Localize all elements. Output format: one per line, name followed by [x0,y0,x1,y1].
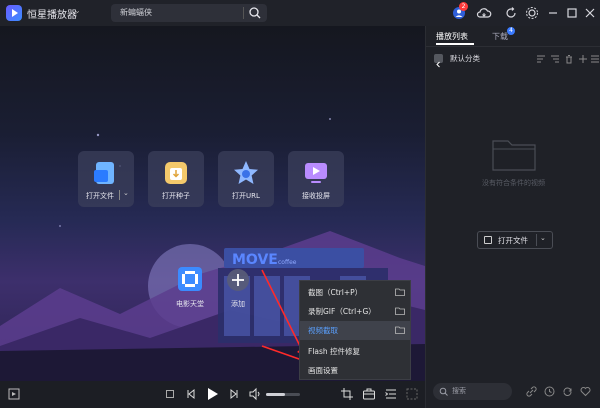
tile-divider [119,190,120,200]
history-icon[interactable] [544,386,555,397]
volume-icon[interactable] [248,387,262,401]
folder-icon[interactable] [395,307,405,315]
folder-icon[interactable] [395,326,405,334]
prev-icon[interactable] [184,387,198,401]
toolbox-icon[interactable] [362,387,376,401]
file-icon [484,236,492,244]
file-open-icon [94,162,114,184]
menu-item-picture-settings[interactable]: 画面设置 [300,361,410,380]
menu-item-label: 录制GIF（Ctrl+G） [308,307,376,316]
open-file-label: 打开文件 [86,192,114,200]
movie-heaven-label: 电影天堂 [176,300,204,308]
tab-playlist[interactable]: 播放列表 [436,31,468,42]
title-bar: 恒星播放器 ⌄ 新蝙蝠侠 2 [0,0,600,26]
menu-item-label: Flash 控件修复 [308,347,361,356]
receive-cast-tile[interactable]: 接收投屏 [288,151,344,207]
menu-item-screenshot[interactable]: 截图（Ctrl+P） [300,283,410,302]
playlist-search-input[interactable]: 搜索 [433,383,512,400]
player-window: 恒星播放器 ⌄ 新蝙蝠侠 2 MOVE coffee 打开文件 ⌄ 打开种子 打… [0,0,600,408]
settings-icon[interactable] [524,5,540,21]
scene-sign-subtitle: coffee [278,259,297,266]
search-icon[interactable] [248,6,262,20]
link-icon[interactable] [526,386,537,397]
panel-divider [426,46,600,47]
cast-receive-icon [305,163,327,183]
favorite-icon[interactable] [580,386,591,397]
app-menu-chevron-down-icon[interactable]: ⌄ [74,6,81,15]
list-icon[interactable] [384,387,398,401]
menu-item-video-clip[interactable]: 视频截取 [300,321,410,340]
empty-state-text: 没有符合条件的视频 [482,179,545,187]
volume-slider[interactable] [266,393,300,396]
download-count-badge: 4 [507,27,515,35]
fullscreen-icon[interactable] [405,387,419,401]
open-url-label: 打开URL [232,192,260,200]
open-seed-tile[interactable]: 打开种子 [148,151,204,207]
playlist-toggle-icon[interactable] [7,387,21,401]
add-item[interactable]: 添加 [224,266,252,310]
search-icon [439,387,448,396]
minimize-icon[interactable] [545,5,561,21]
filter-icon[interactable] [550,54,560,64]
control-bar [0,381,425,408]
movie-heaven-item[interactable]: 电影天堂 [168,263,212,313]
cloud-icon[interactable] [476,5,492,21]
category-label[interactable]: 默认分类 [450,53,480,64]
search-divider [243,7,244,19]
star-url-icon [234,161,258,184]
active-tab-indicator [436,43,474,45]
close-icon[interactable] [582,5,598,21]
open-url-tile[interactable]: 打开URL [218,151,274,207]
open-file-chevron-down-icon[interactable]: ⌄ [123,189,129,197]
app-title[interactable]: 恒星播放器 [27,6,77,21]
screenshot-tool-icon[interactable] [340,387,354,401]
search-placeholder: 搜索 [452,387,466,395]
loop-icon[interactable] [562,386,573,397]
sync-icon[interactable] [503,5,519,21]
more-icon[interactable] [590,54,600,64]
seed-download-icon [165,162,187,184]
chevron-left-icon [436,61,440,68]
open-seed-label: 打开种子 [162,192,190,200]
film-icon [178,267,202,291]
search-box[interactable]: 新蝙蝠侠 [111,4,267,22]
tab-download[interactable]: 下载 [492,31,508,42]
tools-context-menu: 截图（Ctrl+P） 录制GIF（Ctrl+G） 视频截取 Flash 控件修复… [299,280,411,380]
open-file-button-label: 打开文件 [498,236,528,245]
open-file-button[interactable]: 打开文件 ⌄ [477,231,553,249]
playlist-panel: 播放列表 下载 4 默认分类 没有符合条件的视频 打开文件 ⌄ 搜索 [425,26,600,408]
play-icon[interactable] [204,386,220,402]
sort-icon[interactable] [536,54,546,64]
menu-item-label: 视频截取 [308,326,338,335]
menu-item-record-gif[interactable]: 录制GIF（Ctrl+G） [300,302,410,321]
menu-item-label: 截图（Ctrl+P） [308,288,363,297]
app-logo-icon [6,5,22,21]
folder-icon[interactable] [395,288,405,296]
search-input[interactable]: 新蝙蝠侠 [120,7,152,18]
add-label: 添加 [231,300,245,308]
receive-cast-label: 接收投屏 [302,192,330,200]
next-icon[interactable] [227,387,241,401]
back-button[interactable] [434,54,443,68]
open-file-tile[interactable]: 打开文件 ⌄ [78,151,134,207]
plus-icon [227,269,249,291]
add-icon[interactable] [578,54,588,64]
button-divider [536,234,537,246]
menu-item-label: 画面设置 [308,366,338,375]
maximize-icon[interactable] [564,5,580,21]
menu-item-flash-repair[interactable]: Flash 控件修复 [300,342,410,361]
open-file-chevron-down-icon[interactable]: ⌄ [540,234,546,242]
volume-slider-fill [266,393,285,396]
trash-icon[interactable] [564,54,574,64]
notification-badge: 2 [459,2,468,11]
empty-folder-icon [492,140,536,171]
stop-icon[interactable] [163,387,177,401]
